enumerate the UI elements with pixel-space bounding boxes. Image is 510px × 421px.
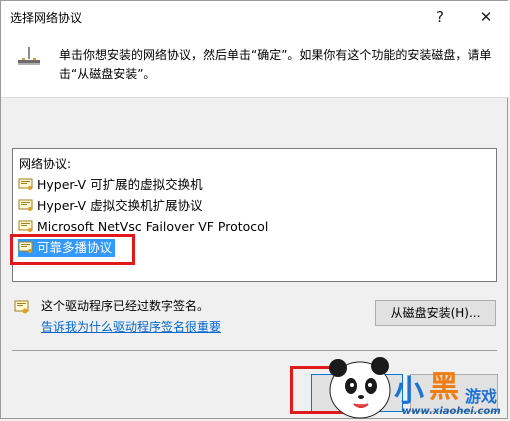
title-bar: 选择网络协议 ? ✕ (1, 1, 509, 32)
network-protocol-icon (18, 47, 40, 65)
watermark-url: www.xiaohei.com (402, 406, 501, 417)
signature-info-link[interactable]: 告诉我为什么驱动程序签名很重要 (41, 318, 221, 335)
help-button[interactable]: ? (428, 5, 452, 29)
dialog-title: 选择网络协议 (10, 11, 83, 25)
watermark-brand-xiao: 小 (394, 374, 424, 409)
protocol-icon (18, 220, 33, 232)
protocol-icon (18, 199, 33, 211)
watermark-brand-hei: 黑 (429, 370, 459, 405)
certificate-icon (14, 300, 29, 314)
instruction-text: 单击你想安装的网络协议，然后单击“确定”。如果你有这个功能的安装磁盘，请单击“从… (59, 48, 492, 81)
list-item-label: Hyper-V 可扩展的虚拟交换机 (37, 177, 203, 192)
highlight-box (10, 234, 135, 265)
signature-status: 这个驱动程序已经过数字签名。 (41, 299, 210, 313)
list-item-label: Hyper-V 虚拟交换机扩展协议 (37, 198, 203, 213)
list-item-hyperv-switch[interactable]: Hyper-V 可扩展的虚拟交换机 (18, 176, 206, 194)
list-item-label: Microsoft NetVsc Failover VF Protocol (37, 219, 269, 234)
list-item-hyperv-extension[interactable]: Hyper-V 虚拟交换机扩展协议 (18, 197, 206, 215)
protocol-icon (18, 178, 33, 190)
close-button[interactable]: ✕ (470, 5, 502, 29)
have-disk-button[interactable]: 从磁盘安装(H)... (375, 300, 496, 326)
list-label: 网络协议: (19, 157, 72, 171)
instruction-header: 单击你想安装的网络协议，然后单击“确定”。如果你有这个功能的安装磁盘，请单击“从… (1, 32, 509, 98)
watermark-brand-game: 游戏 (465, 387, 498, 406)
